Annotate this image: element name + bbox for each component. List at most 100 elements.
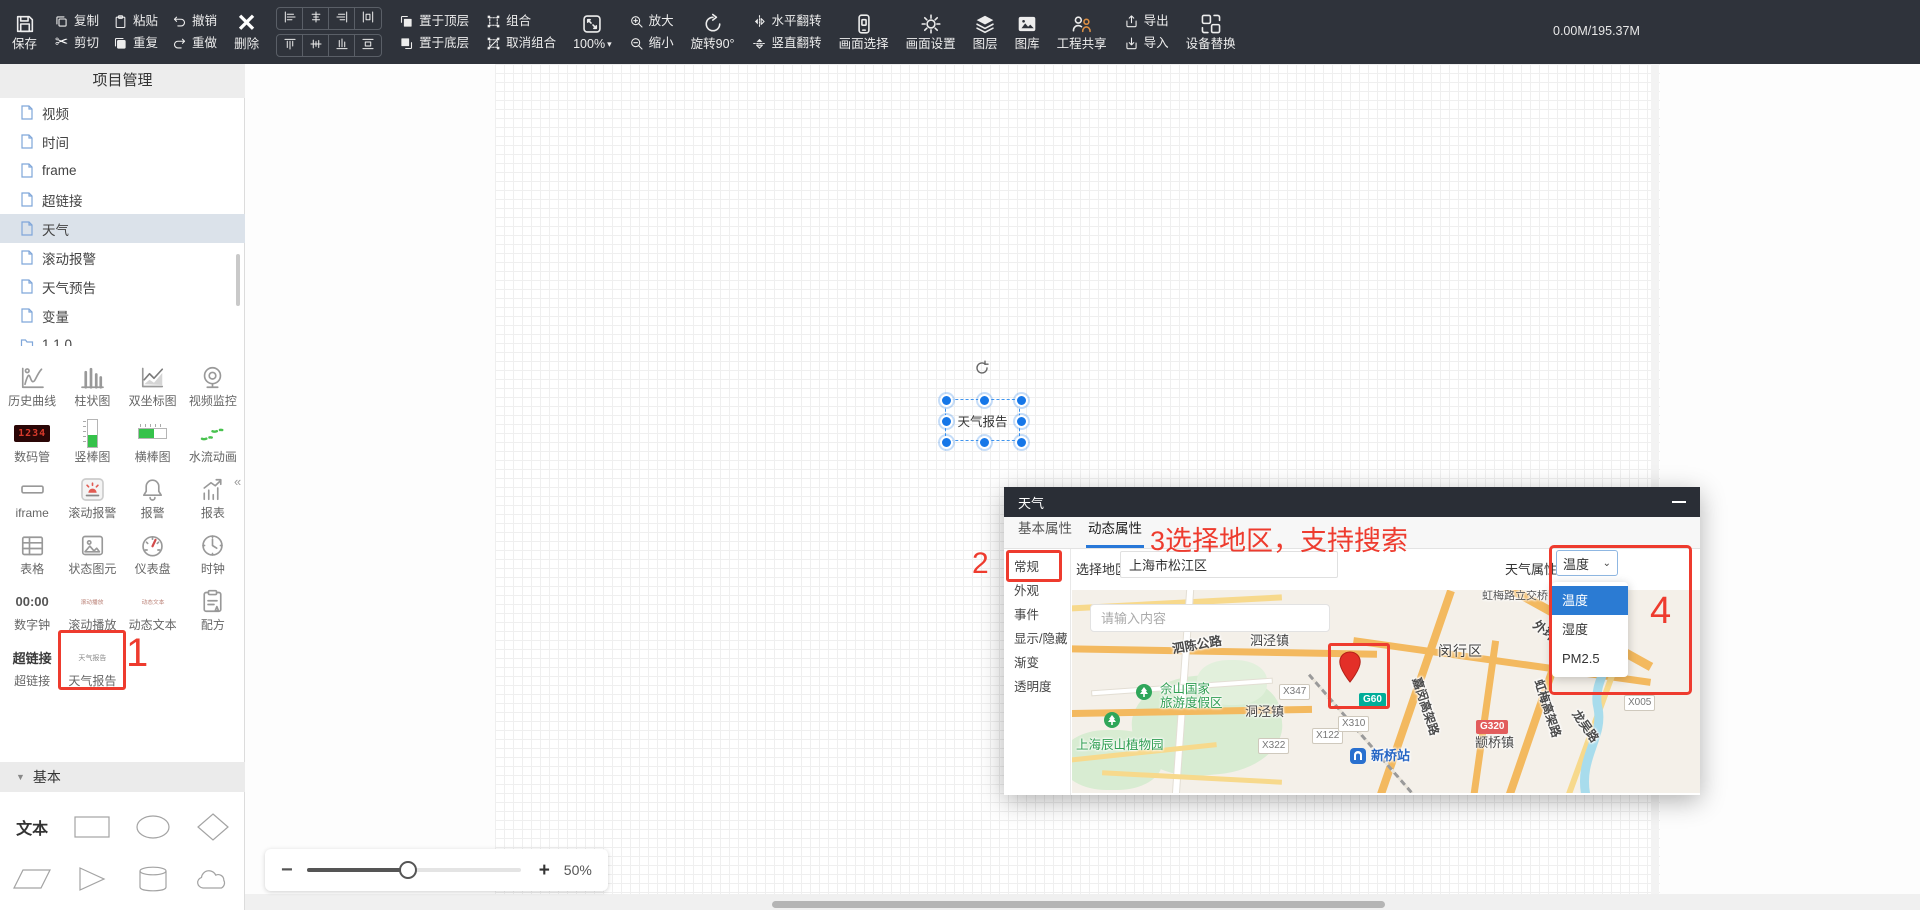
dialog-nav-3[interactable]: 显示/隐藏 [1004, 627, 1070, 651]
gauge-widget[interactable]: 仪表盘 [123, 524, 183, 580]
fit-screen-button[interactable]: 100%▾ [573, 13, 612, 51]
project-item-0[interactable]: 视频 [0, 98, 245, 127]
dynamic-text-widget[interactable]: 动态文本动态文本 [123, 580, 183, 636]
weather-attr-select[interactable]: 温度 ⌄ [1556, 550, 1618, 576]
h-bar-widget[interactable]: 横棒图 [123, 412, 183, 468]
text-shape[interactable]: 文本 [2, 801, 62, 853]
chevron-shape[interactable] [123, 905, 183, 910]
water-flow-widget[interactable]: 水流动画 [183, 412, 243, 468]
cylinder-shape[interactable] [123, 853, 183, 905]
selection-handle[interactable] [978, 394, 991, 407]
device-replace-button[interactable]: 设备替换 [1186, 13, 1236, 51]
project-item-8[interactable]: 1.1.0 [0, 330, 245, 346]
selection-handle[interactable] [1015, 415, 1028, 428]
scroll-play-widget[interactable]: 滚动播放滚动播放 [62, 580, 122, 636]
digital-clock-widget[interactable]: 00:00数字钟 [2, 580, 62, 636]
dual-axis-widget[interactable]: 双坐标图 [123, 356, 183, 412]
history-curve-widget[interactable]: 历史曲线 [2, 356, 62, 412]
iframe-widget[interactable]: iframe [2, 468, 62, 524]
align-bottom-button[interactable] [329, 35, 355, 56]
table-widget[interactable]: 表格 [2, 524, 62, 580]
line-shape[interactable] [183, 905, 243, 910]
option-2[interactable]: PM2.5 [1552, 644, 1628, 673]
delete-button[interactable]: ✕删除 [234, 13, 259, 51]
screen-settings-button[interactable]: 画面设置 [906, 13, 956, 51]
send-back-button[interactable]: 置于底层 [399, 36, 469, 51]
dialog-nav-5[interactable]: 透明度 [1004, 675, 1070, 699]
project-item-5[interactable]: 滚动报警 [0, 243, 245, 272]
horizontal-scrollbar[interactable] [772, 901, 1385, 908]
selection-handle[interactable] [1015, 394, 1028, 407]
undo-button[interactable]: 撤销 [172, 14, 217, 29]
selection-handle[interactable] [940, 415, 953, 428]
selection-handle[interactable] [978, 436, 991, 449]
align-center-h-button[interactable] [303, 8, 329, 29]
dialog-titlebar[interactable]: 天气 [1004, 487, 1700, 517]
zoom-slider[interactable] [307, 868, 521, 872]
scroll-alarm-widget[interactable]: 滚动报警 [62, 468, 122, 524]
rounded-rect-shape[interactable] [2, 905, 62, 910]
weather-report-widget[interactable]: 天气报告天气报告 [62, 636, 122, 692]
state-graphic-widget[interactable]: 状态图元 [62, 524, 122, 580]
selection-handle[interactable] [940, 436, 953, 449]
selection-handle[interactable] [1015, 436, 1028, 449]
minimize-icon[interactable] [1672, 501, 1686, 503]
video-monitor-widget[interactable]: 视频监控 [183, 356, 243, 412]
flip-h-button[interactable]: 水平翻转 [752, 14, 822, 29]
distribute-v-button[interactable] [355, 35, 381, 56]
triangle-shape[interactable] [62, 853, 122, 905]
project-share-button[interactable]: 工程共享 [1057, 13, 1107, 51]
diamond-shape[interactable] [183, 801, 243, 853]
dialog-nav-2[interactable]: 事件 [1004, 603, 1070, 627]
redo-button[interactable]: 重做 [172, 36, 217, 51]
zoom-in-button[interactable]: 放大 [629, 14, 674, 29]
layers-button[interactable]: 图层 [973, 13, 998, 51]
hyperlink-widget[interactable]: 超链接超链接 [2, 636, 62, 692]
zoom-out-button[interactable]: − [281, 860, 293, 880]
clock-widget[interactable]: 时钟 [183, 524, 243, 580]
tab-dynamic-props[interactable]: 动态属性 [1086, 517, 1144, 548]
screen-select-button[interactable]: 画面选择 [839, 13, 889, 51]
tab-basic-props[interactable]: 基本属性 [1016, 517, 1074, 548]
project-item-3[interactable]: 超链接 [0, 185, 245, 214]
rotate-90-button[interactable]: 旋转90° [691, 13, 735, 51]
option-0[interactable]: 温度 [1552, 586, 1628, 615]
zoom-out-button[interactable]: 缩小 [629, 36, 674, 51]
zoom-slider-knob[interactable] [399, 861, 417, 879]
align-right-button[interactable] [329, 8, 355, 29]
recipe-widget[interactable]: 配方 [183, 580, 243, 636]
v-bar-widget[interactable]: 竖棒图 [62, 412, 122, 468]
cloud-shape[interactable] [183, 853, 243, 905]
option-1[interactable]: 湿度 [1552, 615, 1628, 644]
ungroup-button[interactable]: 取消组合 [486, 36, 556, 51]
selection-handle[interactable] [940, 394, 953, 407]
project-item-4[interactable]: 天气 [0, 214, 245, 243]
rotate-handle-icon[interactable] [974, 360, 990, 376]
project-item-6[interactable]: 天气预告 [0, 272, 245, 301]
map-search-input[interactable] [1090, 604, 1330, 632]
save-button[interactable]: 保存 [12, 13, 37, 51]
bring-front-button[interactable]: 置于顶层 [399, 14, 469, 29]
dialog-nav-4[interactable]: 渐变 [1004, 651, 1070, 675]
bar-chart-widget[interactable]: 柱状图 [62, 356, 122, 412]
gallery-button[interactable]: 图库 [1015, 13, 1040, 51]
dialog-nav-1[interactable]: 外观 [1004, 579, 1070, 603]
cube-shape[interactable] [62, 905, 122, 910]
zoom-in-button[interactable]: + [539, 861, 550, 880]
align-top-button[interactable] [277, 35, 303, 56]
duplicate-button[interactable]: 重复 [113, 36, 158, 51]
align-left-button[interactable] [277, 8, 303, 29]
paste-button[interactable]: 粘贴 [113, 14, 158, 29]
project-item-1[interactable]: 时间 [0, 127, 245, 156]
tree-scrollbar[interactable] [236, 254, 240, 306]
copy-button[interactable]: 复制 [54, 14, 99, 29]
sidebar-collapse-handle[interactable]: « [234, 474, 241, 489]
align-middle-v-button[interactable] [303, 35, 329, 56]
basic-section-header[interactable]: ▼ 基本 [0, 762, 245, 792]
alarm-widget[interactable]: 报警 [123, 468, 183, 524]
flip-v-button[interactable]: 竖直翻转 [752, 36, 822, 51]
dialog-nav-0[interactable]: 常规 [1004, 555, 1070, 579]
parallelogram-shape[interactable] [2, 853, 62, 905]
cut-button[interactable]: ✂剪切 [54, 36, 99, 51]
digital-tube-widget[interactable]: 1234数码管 [2, 412, 62, 468]
